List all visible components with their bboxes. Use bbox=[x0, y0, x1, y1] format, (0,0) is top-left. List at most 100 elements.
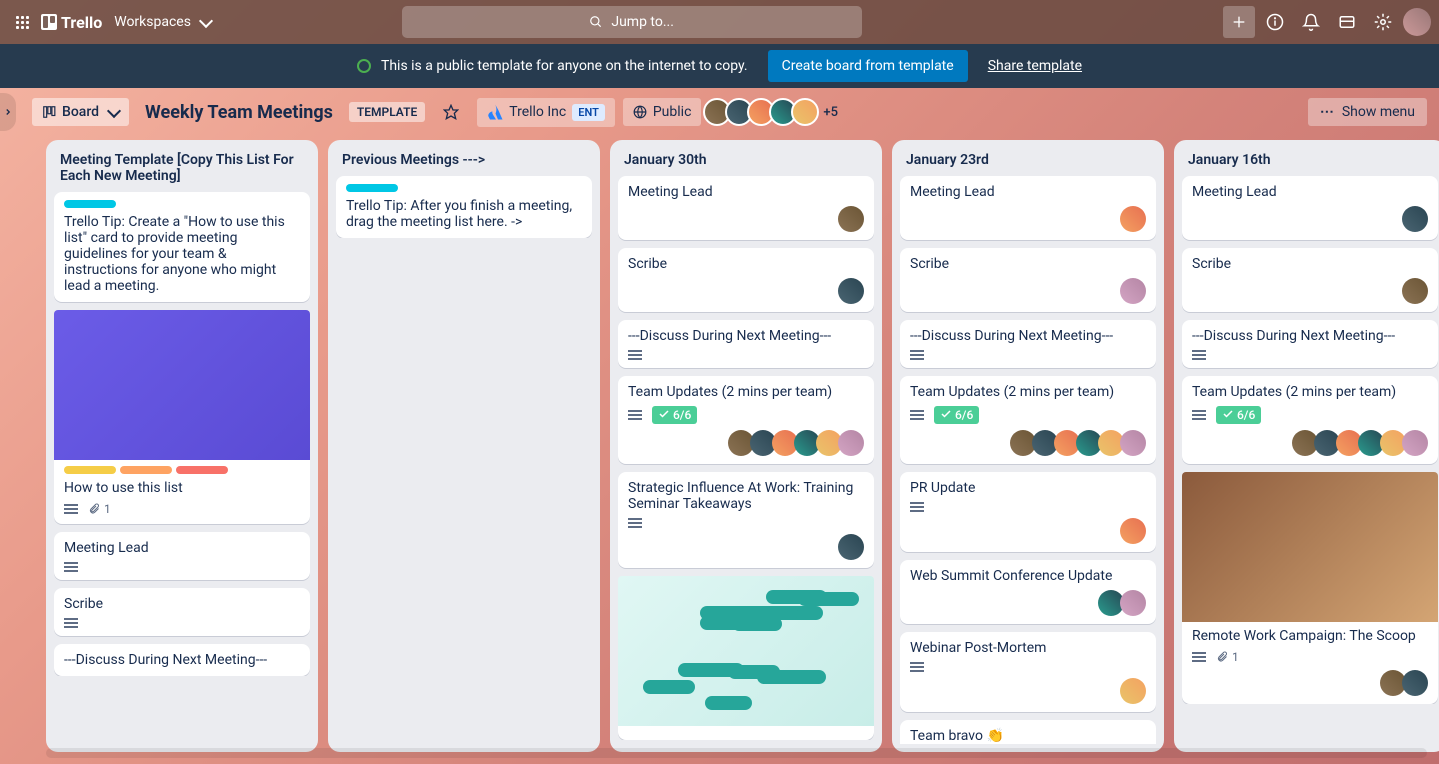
list: Meeting Template [Copy This List For Eac… bbox=[46, 140, 318, 752]
card[interactable]: Meeting Lead bbox=[618, 176, 874, 240]
card[interactable]: ---Discuss During Next Meeting--- bbox=[54, 644, 310, 676]
board-canvas[interactable]: Meeting Template [Copy This List For Eac… bbox=[0, 136, 1439, 764]
list-title[interactable]: January 16th bbox=[1182, 148, 1438, 176]
star-button[interactable] bbox=[433, 98, 469, 126]
member-avatar[interactable] bbox=[1402, 670, 1428, 696]
workspace-link[interactable]: Trello Inc ENT bbox=[477, 98, 615, 127]
board-members[interactable]: +5 bbox=[709, 98, 838, 126]
card-title: ---Discuss During Next Meeting--- bbox=[1192, 328, 1428, 344]
share-template-link[interactable]: Share template bbox=[988, 58, 1082, 74]
label-cyan[interactable] bbox=[64, 200, 116, 208]
create-button[interactable] bbox=[1223, 6, 1255, 38]
card[interactable]: PR Update bbox=[900, 472, 1156, 552]
card[interactable]: Scribe bbox=[618, 248, 874, 312]
member-avatar[interactable] bbox=[791, 98, 819, 126]
card[interactable]: Team bravo 👏 bbox=[900, 720, 1156, 744]
description-badge bbox=[628, 350, 642, 360]
label-red[interactable] bbox=[176, 466, 228, 474]
card[interactable]: ---Discuss During Next Meeting--- bbox=[1182, 320, 1438, 368]
cards-container: Trello Tip: Create a "How to use this li… bbox=[54, 192, 310, 676]
apps-menu[interactable] bbox=[8, 10, 37, 35]
description-badge bbox=[910, 662, 924, 672]
card-title: Web Summit Conference Update bbox=[910, 568, 1146, 584]
member-avatar[interactable] bbox=[838, 534, 864, 560]
settings-button[interactable] bbox=[1367, 6, 1399, 38]
card[interactable] bbox=[618, 576, 874, 740]
list: January 30thMeeting Lead Scribe ---Discuss… bbox=[610, 140, 882, 752]
list-title[interactable]: January 23rd bbox=[900, 148, 1156, 176]
card[interactable]: Meeting Lead bbox=[54, 532, 310, 580]
user-avatar[interactable] bbox=[1403, 8, 1431, 36]
card[interactable]: ---Discuss During Next Meeting--- bbox=[900, 320, 1156, 368]
theme-button[interactable] bbox=[1331, 6, 1363, 38]
card[interactable]: Trello Tip: After you finish a meeting, … bbox=[336, 176, 592, 238]
member-avatar[interactable] bbox=[838, 206, 864, 232]
sidebar-toggle[interactable] bbox=[0, 93, 16, 131]
notifications-button[interactable] bbox=[1295, 6, 1327, 38]
member-avatar[interactable] bbox=[1402, 430, 1428, 456]
member-avatar[interactable] bbox=[838, 430, 864, 456]
horizontal-scrollbar[interactable] bbox=[46, 748, 1427, 758]
board-title[interactable]: Weekly Team Meetings bbox=[137, 102, 341, 123]
search-input[interactable]: Jump to... bbox=[402, 6, 862, 38]
cards-container: Meeting Lead Scribe ---Discuss During Next… bbox=[900, 176, 1156, 744]
label-orange[interactable] bbox=[120, 466, 172, 474]
card-title: Trello Tip: Create a "How to use this li… bbox=[64, 214, 300, 294]
card-members bbox=[1192, 670, 1428, 696]
card-title: Scribe bbox=[64, 596, 300, 612]
card[interactable]: Meeting Lead bbox=[1182, 176, 1438, 240]
card[interactable]: Scribe bbox=[900, 248, 1156, 312]
card[interactable]: Strategic Influence At Work: Training Se… bbox=[618, 472, 874, 568]
member-avatar[interactable] bbox=[1120, 590, 1146, 616]
card-cover bbox=[54, 310, 310, 460]
card-badges: 1 bbox=[64, 502, 300, 516]
card[interactable]: Webinar Post-Mortem bbox=[900, 632, 1156, 712]
card-members bbox=[910, 430, 1146, 456]
member-avatar[interactable] bbox=[1120, 518, 1146, 544]
card[interactable]: Scribe bbox=[1182, 248, 1438, 312]
list-title[interactable]: Meeting Template [Copy This List For Eac… bbox=[54, 148, 310, 192]
description-icon bbox=[628, 410, 642, 420]
card[interactable]: Team Updates (2 mins per team) 6/6 bbox=[900, 376, 1156, 464]
description-icon bbox=[628, 350, 642, 360]
top-navigation: Trello Workspaces Jump to... bbox=[0, 0, 1439, 44]
create-board-button[interactable]: Create board from template bbox=[768, 50, 968, 82]
list-title[interactable]: January 30th bbox=[618, 148, 874, 176]
member-avatar[interactable] bbox=[1120, 678, 1146, 704]
card[interactable]: Team Updates (2 mins per team) 6/6 bbox=[618, 376, 874, 464]
card[interactable]: Trello Tip: Create a "How to use this li… bbox=[54, 192, 310, 302]
list-title[interactable]: Previous Meetings ---> bbox=[336, 148, 592, 176]
description-icon bbox=[64, 618, 78, 628]
member-avatar[interactable] bbox=[1402, 278, 1428, 304]
description-badge bbox=[1192, 410, 1206, 420]
list: Previous Meetings --->Trello Tip: After … bbox=[328, 140, 600, 752]
card[interactable]: ---Discuss During Next Meeting--- bbox=[618, 320, 874, 368]
member-avatar[interactable] bbox=[1120, 206, 1146, 232]
visibility-button[interactable]: Public bbox=[623, 98, 702, 126]
member-avatar[interactable] bbox=[1120, 430, 1146, 456]
member-avatar[interactable] bbox=[838, 278, 864, 304]
card-title: Scribe bbox=[1192, 256, 1428, 272]
member-avatar[interactable] bbox=[1402, 206, 1428, 232]
card-title: Webinar Post-Mortem bbox=[910, 640, 1146, 656]
card[interactable]: Meeting Lead bbox=[900, 176, 1156, 240]
trello-logo[interactable]: Trello bbox=[41, 13, 102, 32]
show-menu-button[interactable]: ⋯ Show menu bbox=[1308, 98, 1427, 126]
list: January 23rdMeeting Lead Scribe ---Discuss… bbox=[892, 140, 1164, 752]
card[interactable]: Web Summit Conference Update bbox=[900, 560, 1156, 624]
card[interactable]: Team Updates (2 mins per team) 6/6 bbox=[1182, 376, 1438, 464]
info-button[interactable] bbox=[1259, 6, 1291, 38]
label-yellow[interactable] bbox=[64, 466, 116, 474]
description-badge bbox=[64, 504, 78, 514]
cards-container: Trello Tip: After you finish a meeting, … bbox=[336, 176, 592, 238]
member-overflow[interactable]: +5 bbox=[823, 105, 838, 120]
label-cyan[interactable] bbox=[346, 184, 398, 192]
card[interactable]: How to use this list 1 bbox=[54, 310, 310, 524]
description-icon bbox=[1192, 350, 1206, 360]
card[interactable]: Remote Work Campaign: The Scoop 1 bbox=[1182, 472, 1438, 704]
card-title: ---Discuss During Next Meeting--- bbox=[64, 652, 300, 668]
workspaces-menu[interactable]: Workspaces bbox=[106, 8, 219, 36]
view-switcher[interactable]: Board bbox=[32, 98, 129, 126]
member-avatar[interactable] bbox=[1120, 278, 1146, 304]
card[interactable]: Scribe bbox=[54, 588, 310, 636]
